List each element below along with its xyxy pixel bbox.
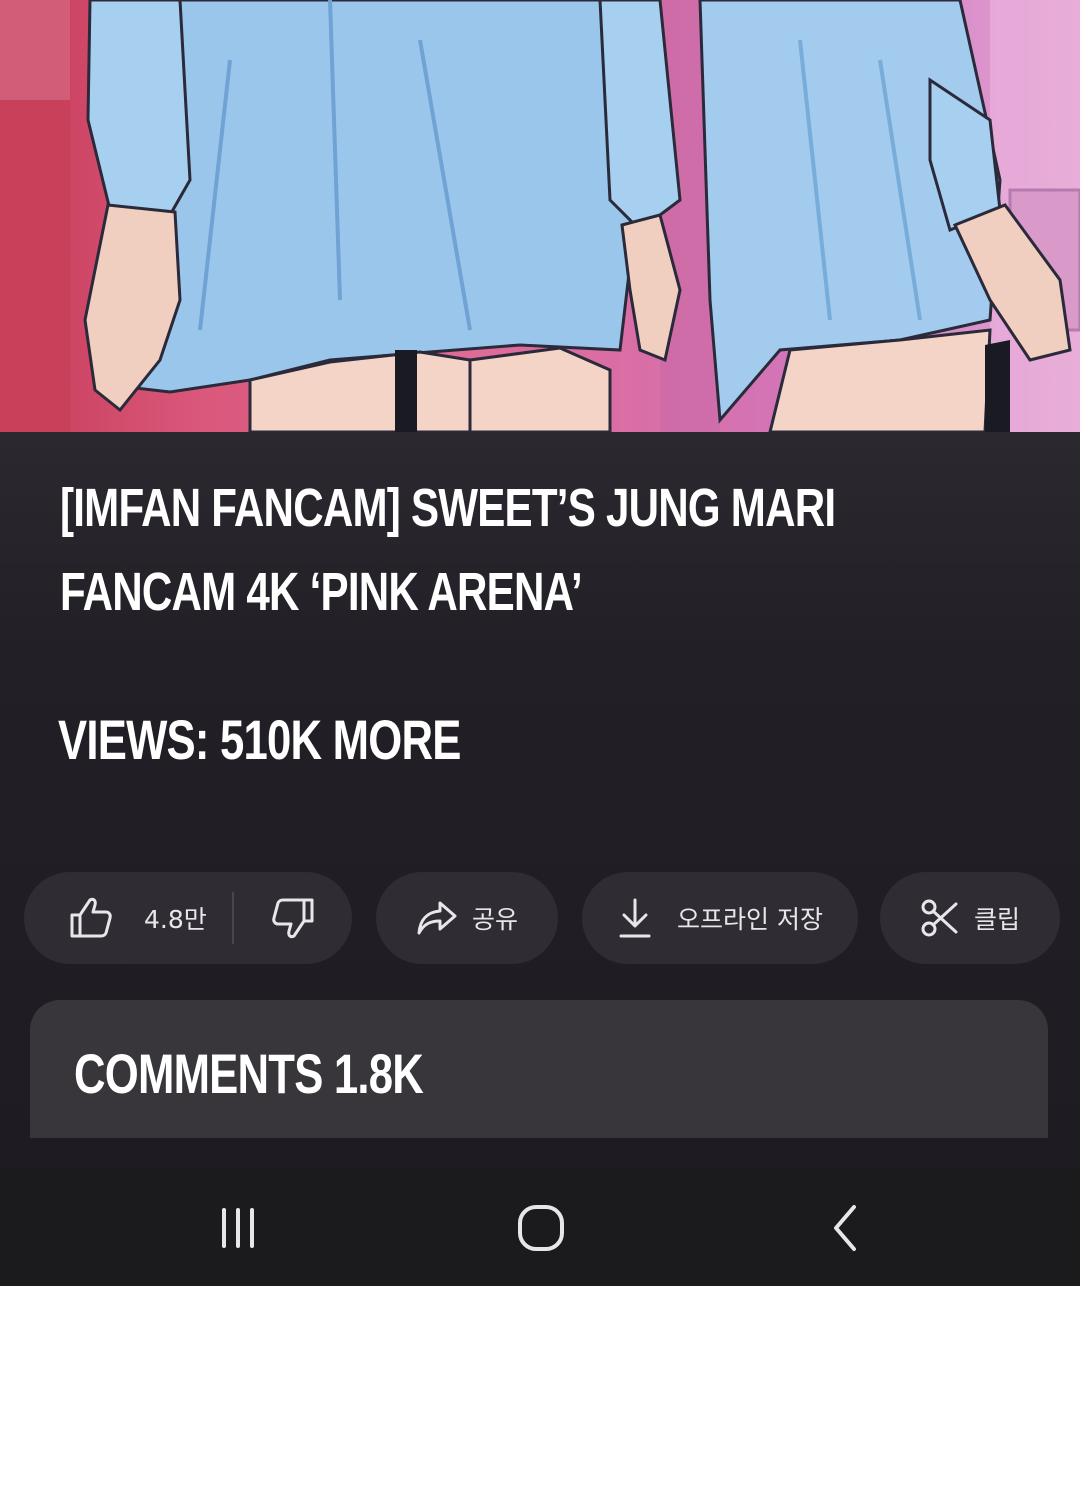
clip-label: 클립	[973, 905, 1020, 934]
video-title[interactable]: [IMFAN FANCAM] SWEET’S JUNG MARI FANCAM …	[60, 466, 1019, 634]
like-dislike-group: 4.8만	[24, 872, 352, 964]
comments-section[interactable]: COMMENTS 1.8K	[30, 1000, 1048, 1138]
anime-illustration-image	[0, 0, 1080, 432]
clip-button[interactable]: 클립	[880, 872, 1060, 964]
offline-save-button[interactable]: 오프라인 저장	[582, 872, 858, 964]
offline-save-label: 오프라인 저장	[677, 905, 823, 934]
like-count: 4.8만	[144, 905, 207, 934]
comments-title: COMMENTS 1.8K	[74, 1042, 424, 1105]
like-button[interactable]: 4.8만	[24, 872, 232, 964]
thumbs-down-icon	[270, 896, 316, 940]
share-arrow-icon	[416, 900, 458, 936]
dislike-button[interactable]	[234, 872, 352, 964]
home-icon	[516, 1203, 566, 1257]
video-player[interactable]	[0, 0, 1080, 432]
recent-apps-button[interactable]	[206, 1198, 270, 1262]
recent-apps-icon	[216, 1206, 260, 1254]
thumbs-up-icon	[68, 896, 114, 940]
system-nav-bar	[0, 1168, 1080, 1286]
back-button[interactable]	[812, 1198, 876, 1262]
back-icon	[824, 1203, 864, 1257]
share-button[interactable]: 공유	[376, 872, 558, 964]
home-button[interactable]	[509, 1198, 573, 1262]
scissors-icon	[920, 898, 960, 938]
share-label: 공유	[471, 905, 518, 934]
download-icon	[617, 897, 653, 939]
page: [IMFAN FANCAM] SWEET’S JUNG MARI FANCAM …	[0, 0, 1080, 1500]
view-count[interactable]: VIEWS: 510K MORE	[58, 706, 461, 774]
